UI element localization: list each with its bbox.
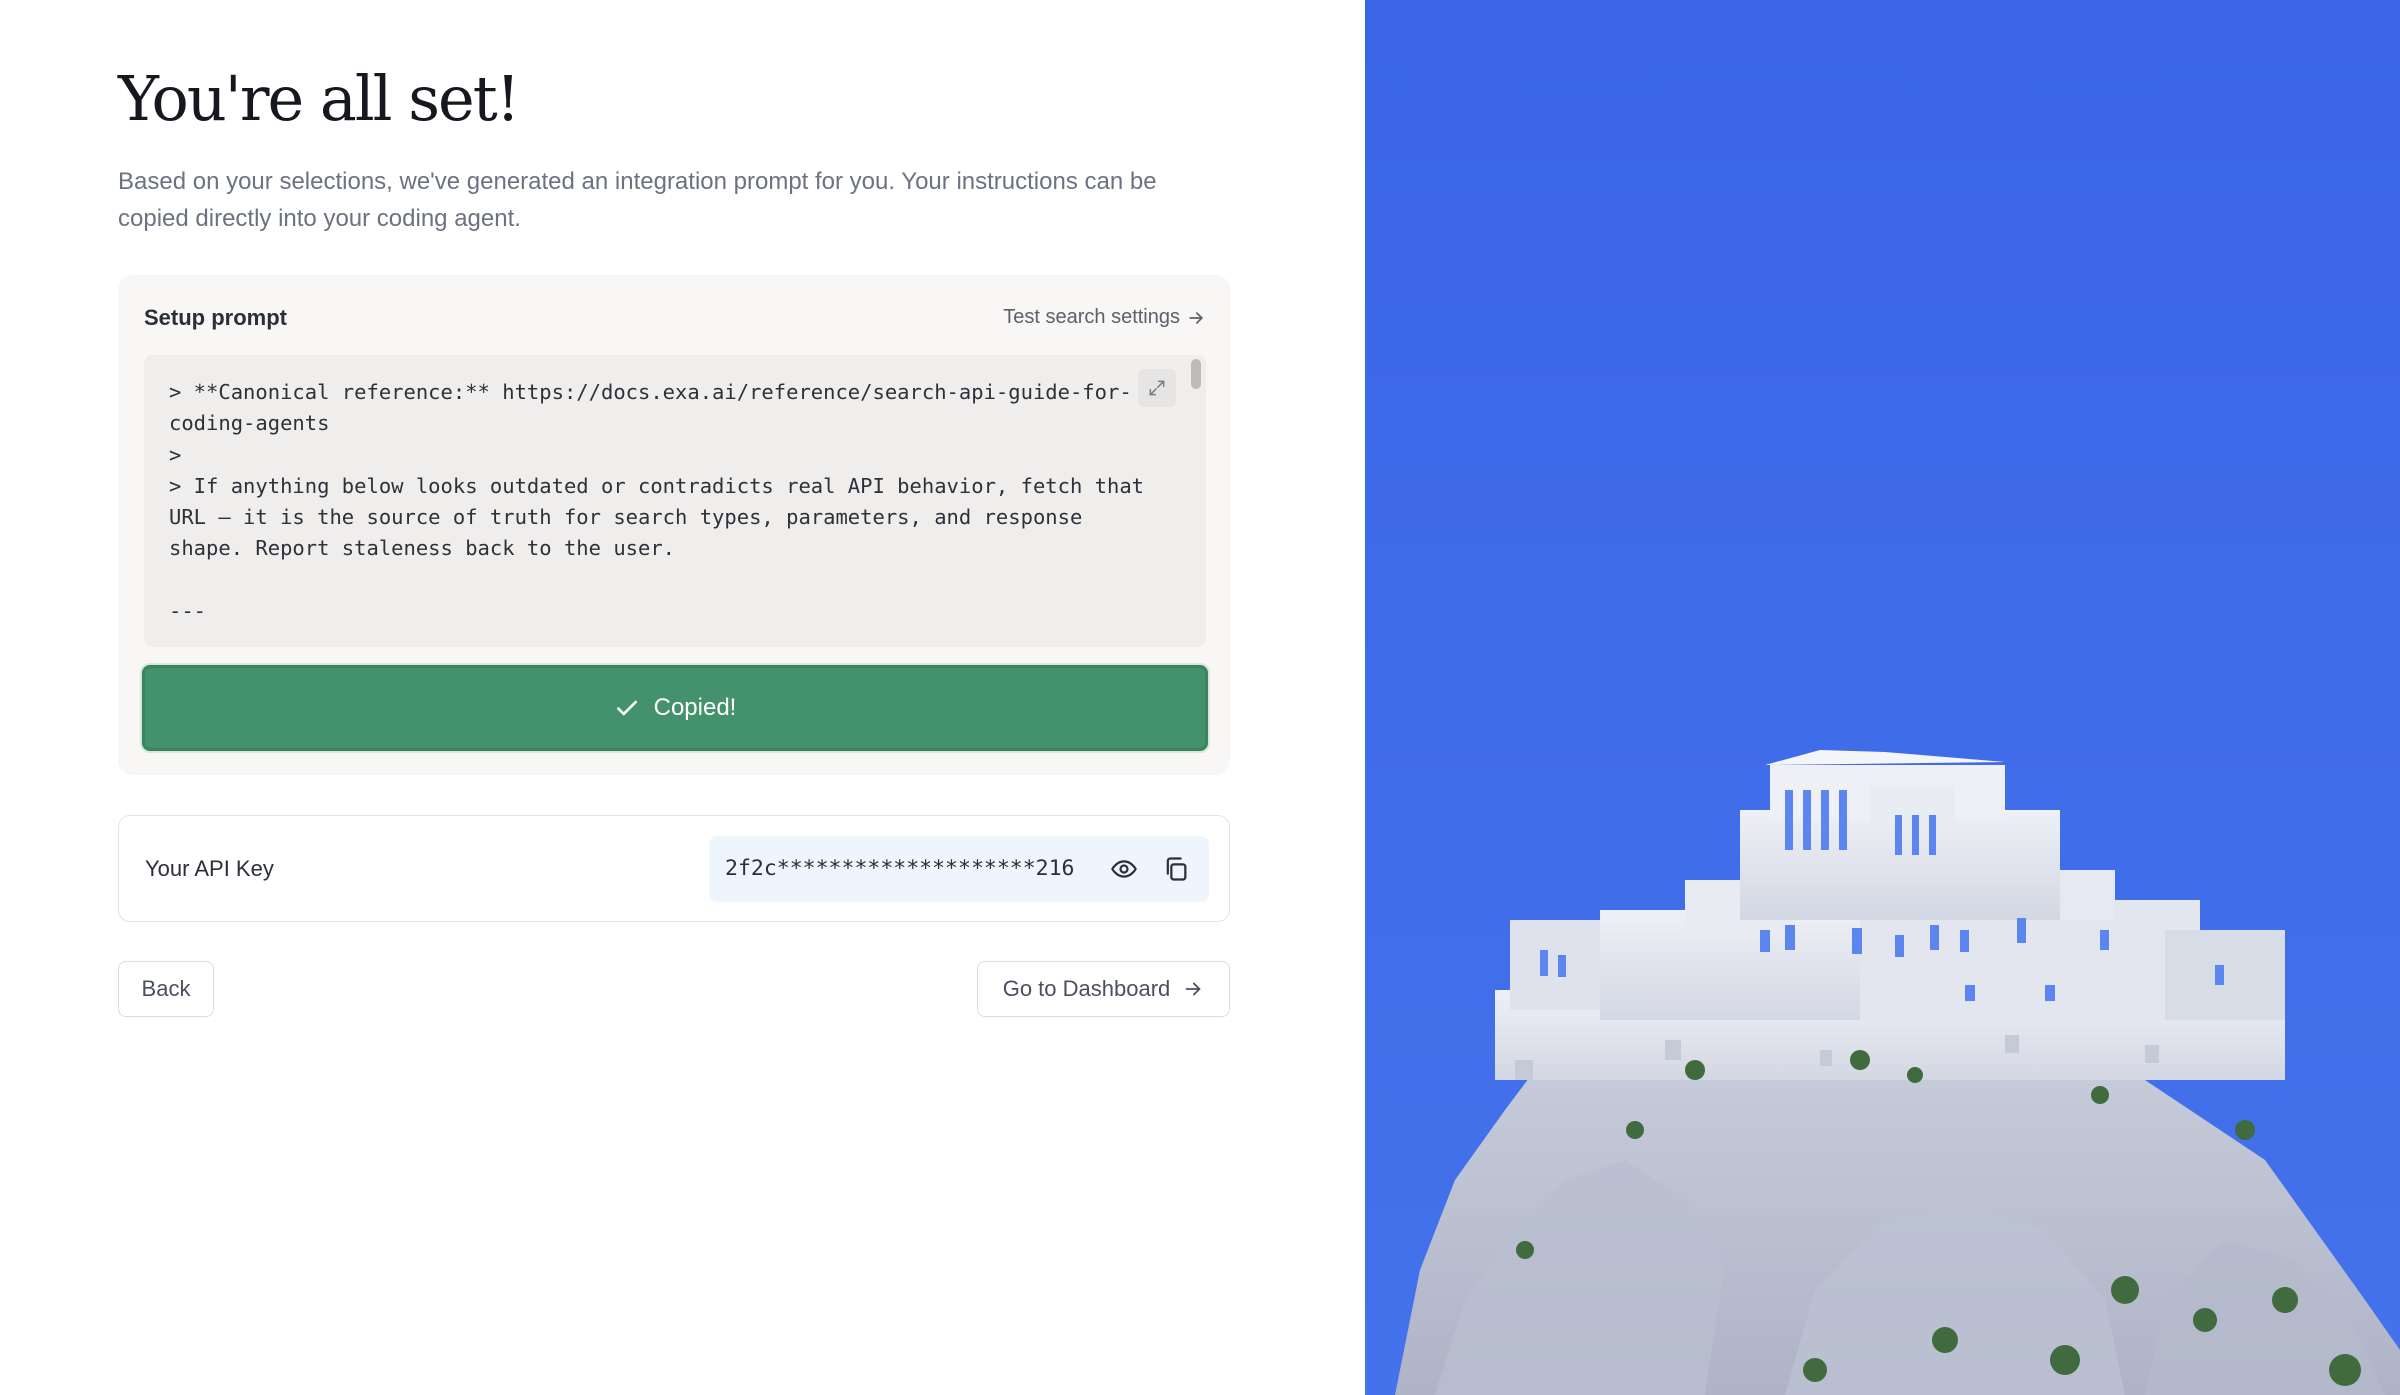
page-subtitle: Based on your selections, we've generate… — [118, 168, 1157, 232]
api-key-field: 2f2c********************216 — [709, 836, 1209, 902]
copy-prompt-label: Copied! — [653, 694, 737, 721]
arrow-right-icon — [1185, 982, 1201, 996]
go-to-dashboard-label: Go to Dashboard — [1002, 976, 1171, 1001]
eye-icon — [1111, 860, 1137, 878]
onboarding-panel: You're all set! Based on your selections… — [0, 0, 1365, 1395]
setup-prompt-code: > **Canonical reference:** https://docs.… — [169, 380, 1145, 624]
test-search-settings-label: Test search settings — [1003, 306, 1180, 328]
copy-icon — [1166, 857, 1187, 881]
code-scrollbar[interactable] — [1191, 359, 1201, 389]
arrow-right-icon — [1189, 311, 1203, 324]
setup-prompt-card: Setup prompt Test search settings > **Ca… — [118, 275, 1230, 775]
copy-prompt-button[interactable]: Copied! — [142, 665, 1208, 751]
check-icon — [616, 700, 637, 716]
test-search-settings-link[interactable]: Test search settings — [1003, 306, 1206, 329]
setup-prompt-label: Setup prompt — [144, 305, 287, 330]
page-title: You're all set! — [118, 62, 521, 135]
go-to-dashboard-button[interactable]: Go to Dashboard — [977, 961, 1230, 1017]
api-key-label: Your API Key — [145, 856, 274, 881]
reveal-key-button[interactable] — [1109, 854, 1139, 884]
acropolis-illustration — [1365, 0, 2400, 1395]
back-button[interactable]: Back — [118, 961, 214, 1017]
expand-button[interactable] — [1138, 369, 1176, 407]
expand-icon — [1149, 380, 1165, 396]
api-key-card: Your API Key 2f2c********************216 — [118, 815, 1230, 922]
api-key-value: 2f2c********************216 — [725, 856, 1075, 881]
acropolis-image — [1365, 0, 2400, 1395]
copy-key-button[interactable] — [1161, 854, 1191, 884]
setup-prompt-code-box[interactable]: > **Canonical reference:** https://docs.… — [144, 355, 1206, 647]
